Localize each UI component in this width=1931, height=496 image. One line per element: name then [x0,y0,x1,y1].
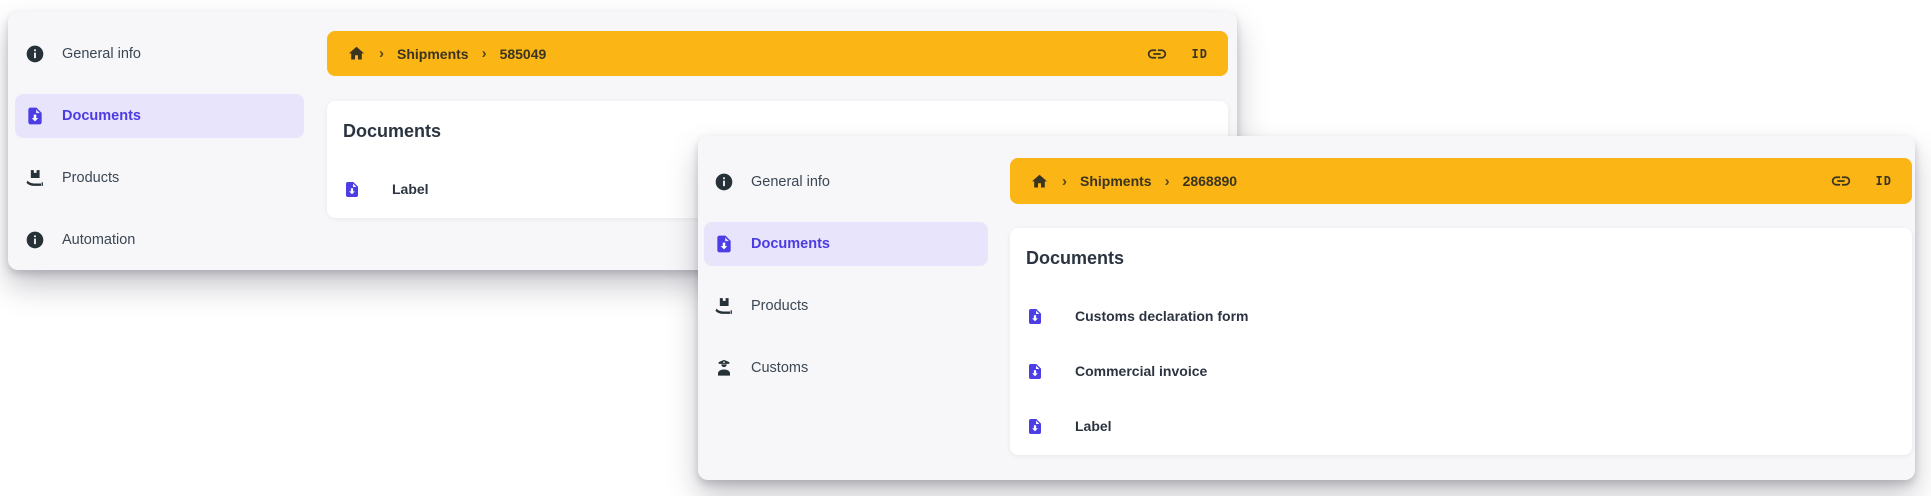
sidebar-item-documents[interactable]: Documents [704,222,988,266]
sidebar-item-automation[interactable]: Automation [15,218,304,262]
sidebar: General info Documents Products Customs [698,136,1002,480]
products-icon [714,296,734,316]
breadcrumb-actions: ID [1830,170,1892,192]
breadcrumb-separator: › [482,45,487,62]
breadcrumb: › Shipments › 2868890 ID [1010,158,1912,204]
breadcrumb-separator: › [1165,173,1170,190]
sidebar-item-general-info[interactable]: General info [15,32,304,76]
main-content: › Shipments › 2868890 ID Documents Custo… [1002,136,1915,480]
products-icon [25,168,45,188]
info-icon [714,172,734,192]
id-icon[interactable]: ID [1192,47,1208,61]
sidebar-item-products[interactable]: Products [704,284,988,328]
breadcrumb-shipment-id: 585049 [500,46,547,62]
link-icon[interactable] [1830,170,1852,192]
document-label: Label [1075,418,1112,434]
breadcrumb-separator: › [1062,173,1067,190]
sidebar-item-customs[interactable]: Customs [704,346,988,390]
breadcrumb-actions: ID [1146,43,1208,65]
document-label: Commercial invoice [1075,363,1207,379]
sidebar-item-general-info[interactable]: General info [704,160,988,204]
document-download-icon [1026,361,1044,382]
document-download-icon [1026,306,1044,327]
document-download-icon [714,234,734,254]
sidebar-item-label: Products [751,298,808,314]
document-list: Customs declaration form Commercial invo… [1026,305,1892,437]
info-icon [25,230,45,250]
id-icon[interactable]: ID [1876,174,1892,188]
breadcrumb: › Shipments › 585049 ID [327,31,1228,76]
link-icon[interactable] [1146,43,1168,65]
breadcrumb-shipments-link[interactable]: Shipments [1080,173,1152,189]
document-item-label[interactable]: Label [1026,415,1892,437]
sidebar-item-label: Documents [62,108,141,124]
home-icon[interactable] [347,44,366,63]
documents-panel: Documents Customs declaration form Comme… [1010,228,1912,455]
customs-officer-icon [714,358,734,378]
document-download-icon [343,179,361,200]
document-item-customs-declaration[interactable]: Customs declaration form [1026,305,1892,327]
sidebar: General info Documents Products Automati… [8,12,320,270]
shipment-window-2868890: General info Documents Products Customs … [698,136,1915,480]
sidebar-item-products[interactable]: Products [15,156,304,200]
sidebar-item-label: General info [62,46,141,62]
document-label: Customs declaration form [1075,308,1248,324]
breadcrumb-shipments-link[interactable]: Shipments [397,46,469,62]
breadcrumb-separator: › [379,45,384,62]
info-icon [25,44,45,64]
sidebar-item-label: Documents [751,236,830,252]
sidebar-item-label: Automation [62,232,135,248]
sidebar-item-documents[interactable]: Documents [15,94,304,138]
sidebar-item-label: Products [62,170,119,186]
document-item-commercial-invoice[interactable]: Commercial invoice [1026,360,1892,382]
panel-title: Documents [1026,249,1892,268]
breadcrumb-shipment-id: 2868890 [1183,173,1238,189]
sidebar-item-label: Customs [751,360,808,376]
sidebar-item-label: General info [751,174,830,190]
home-icon[interactable] [1030,172,1049,191]
document-download-icon [1026,416,1044,437]
document-label: Label [392,181,429,197]
document-download-icon [25,106,45,126]
